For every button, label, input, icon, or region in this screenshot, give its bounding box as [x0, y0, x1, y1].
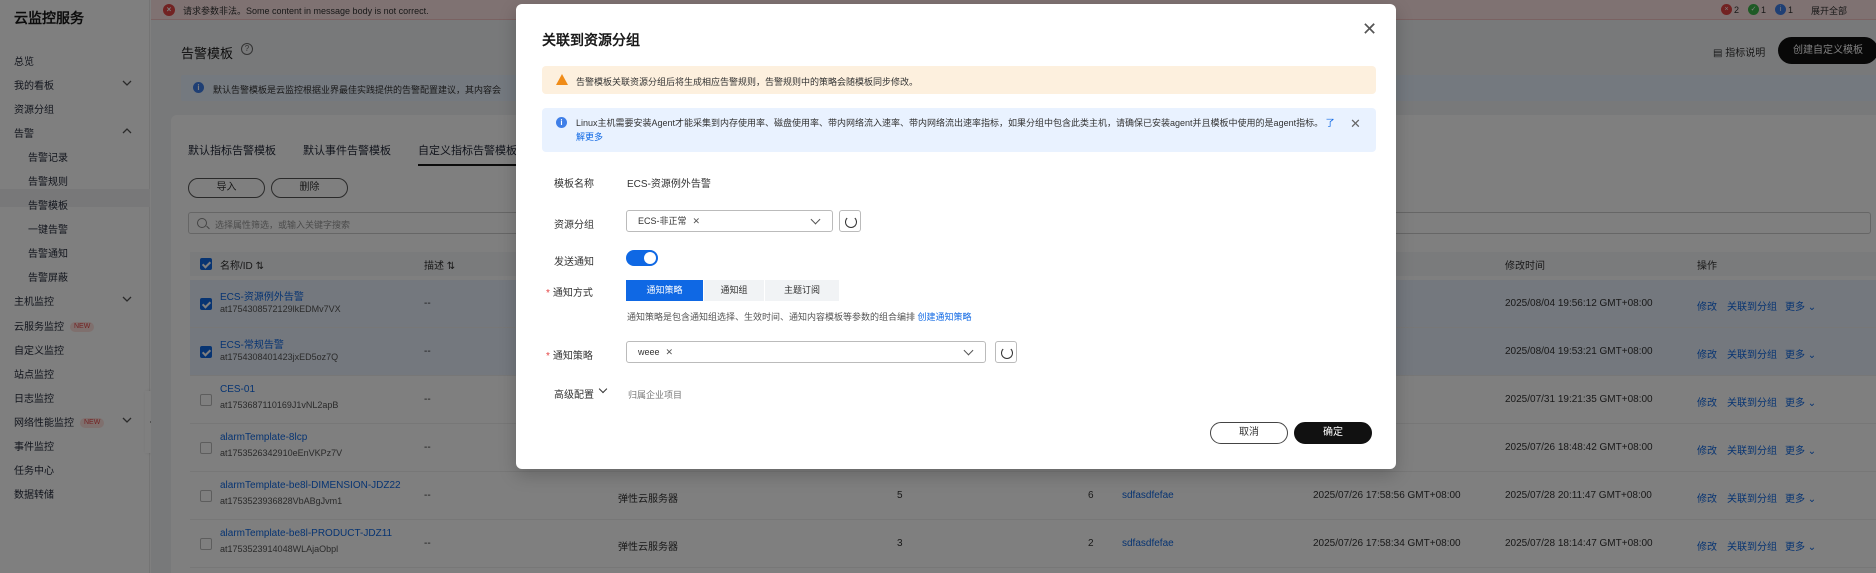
close-icon[interactable]: ✕ — [1350, 116, 1361, 132]
notification-policy-select[interactable]: weee ✕ — [626, 341, 986, 363]
resource-group-label: 资源分组 — [554, 220, 594, 231]
resource-group-select[interactable]: ECS-非正常 ✕ — [626, 210, 833, 232]
app-root: 云监控服务 总览我的看板资源分组告警告警记录告警规则告警模板一键告警告警通知告警… — [0, 0, 1876, 573]
method-hint: 通知策略是包含通知组选择、生效时间、通知内容模板等参数的组合编排 创建通知策略 — [627, 312, 972, 322]
refresh-group-button[interactable] — [839, 210, 861, 232]
send-notification-toggle[interactable] — [626, 250, 658, 266]
modal-overlay[interactable]: 关联到资源分组 ✕ 告警模板关联资源分组后将生成相应告警规则，告警规则中的策略会… — [0, 0, 1876, 573]
chevron-down-icon — [963, 345, 974, 356]
dialog-title: 关联到资源分组 — [542, 32, 640, 48]
method-group-tab[interactable]: 通知组 — [704, 280, 764, 301]
chevron-down-icon[interactable] — [598, 384, 608, 394]
method-topic-tab[interactable]: 主题订阅 — [765, 280, 839, 301]
template-name-value: ECS-资源例外告警 — [627, 179, 711, 190]
info-icon: i — [556, 117, 567, 128]
confirm-button[interactable]: 确定 — [1294, 422, 1372, 444]
cancel-button[interactable]: 取消 — [1210, 422, 1288, 444]
agent-info-text: Linux主机需要安装Agent才能采集到内存使用率、磁盘使用率、带内网络流入速… — [576, 118, 1335, 142]
warning-text: 告警模板关联资源分组后将生成相应告警规则，告警规则中的策略会随模板同步修改。 — [576, 77, 919, 87]
notification-method-label: * 通知方式 — [546, 288, 593, 299]
template-name-label: 模板名称 — [554, 179, 594, 190]
warning-banner: 告警模板关联资源分组后将生成相应告警规则，告警规则中的策略会随模板同步修改。 — [542, 66, 1376, 94]
remove-tag-icon[interactable]: ✕ — [693, 216, 701, 226]
send-notification-label: 发送通知 — [554, 257, 594, 268]
associate-group-dialog: 关联到资源分组 ✕ 告警模板关联资源分组后将生成相应告警规则，告警规则中的策略会… — [516, 4, 1396, 469]
agent-info-banner: i Linux主机需要安装Agent才能采集到内存使用率、磁盘使用率、带内网络流… — [542, 108, 1376, 152]
method-policy-tab[interactable]: 通知策略 — [626, 280, 703, 301]
remove-tag-icon[interactable]: ✕ — [666, 347, 674, 357]
notification-policy-label: * 通知策略 — [546, 351, 593, 362]
refresh-policy-button[interactable] — [995, 341, 1017, 363]
close-icon[interactable]: ✕ — [1362, 20, 1377, 38]
resource-group-tag: ECS-非正常 ✕ — [633, 214, 706, 229]
policy-tag: weee ✕ — [633, 345, 679, 360]
enterprise-project-note: 归属企业项目 — [628, 390, 683, 400]
create-policy-link[interactable]: 创建通知策略 — [918, 312, 972, 322]
chevron-down-icon — [810, 214, 821, 225]
warning-icon — [556, 74, 568, 85]
advanced-config-toggle[interactable]: 高级配置 — [554, 386, 594, 401]
